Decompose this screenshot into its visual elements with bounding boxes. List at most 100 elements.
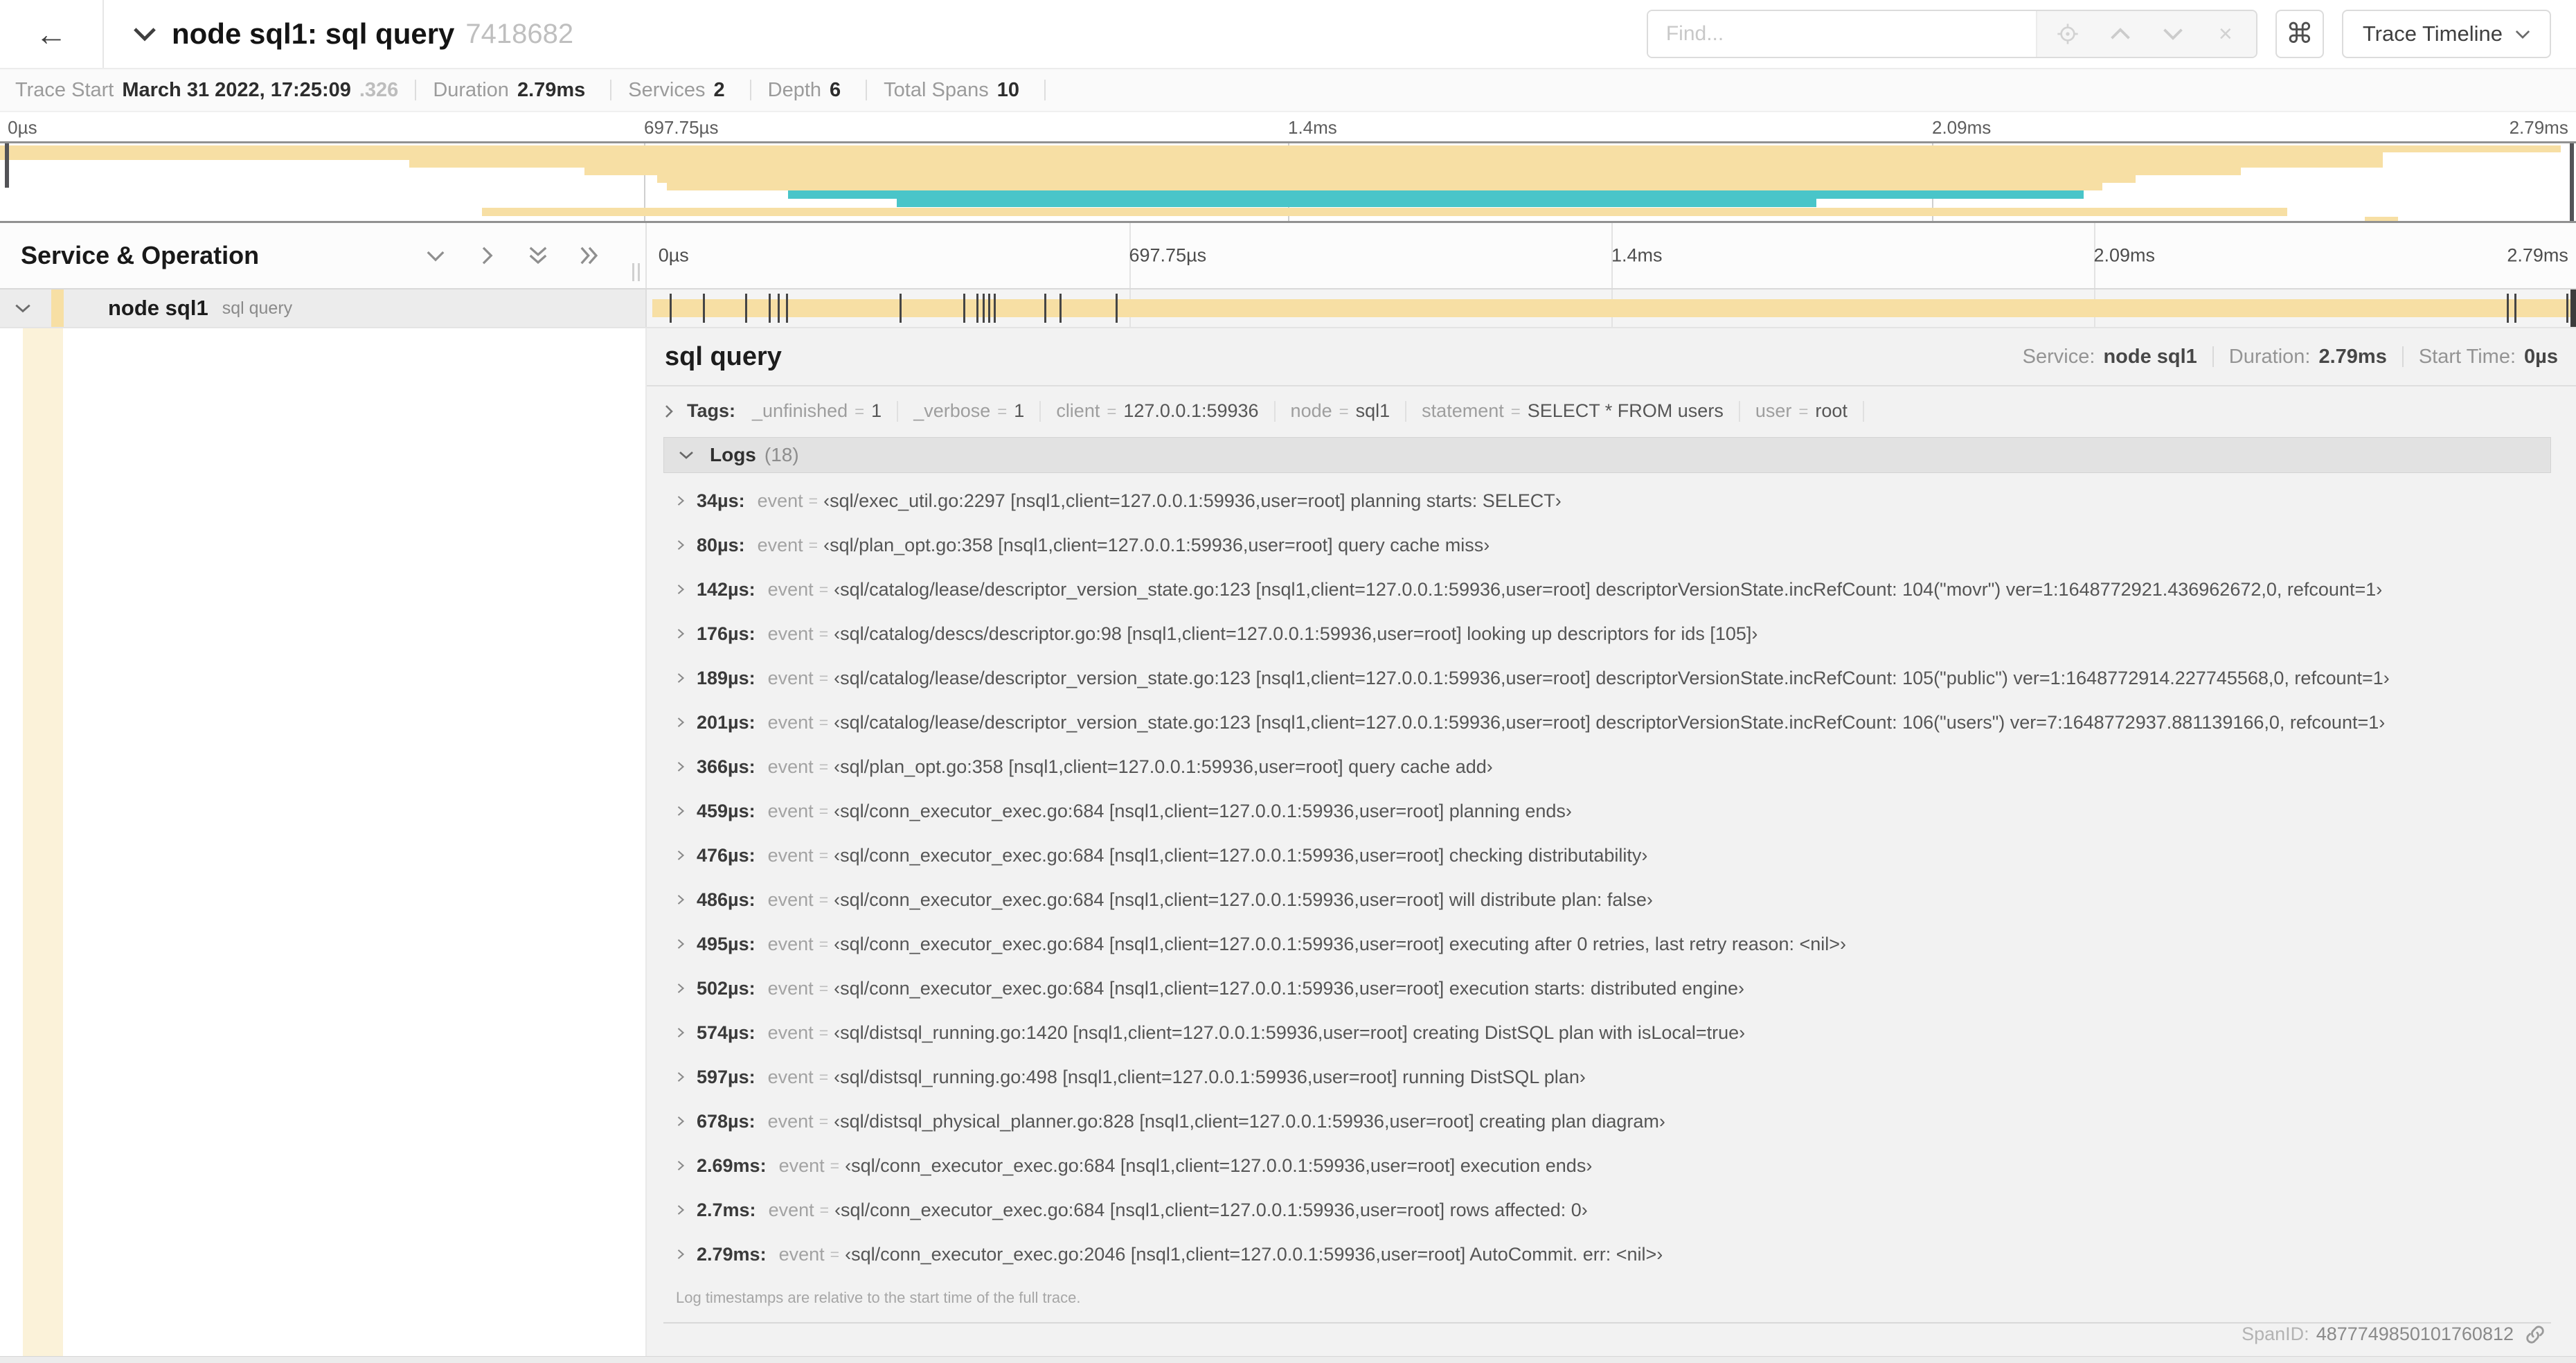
log-expand-chevron-icon[interactable] — [676, 936, 686, 952]
service-operation-title: Service & Operation — [21, 241, 260, 269]
clear-find-icon[interactable]: × — [2213, 21, 2238, 47]
tag-value: 1 — [1014, 400, 1025, 421]
span-row-bar-cell[interactable] — [647, 289, 2576, 327]
tags-row[interactable]: Tags: _unfinished = 1 _verbose = 1 clien… — [647, 386, 2576, 434]
log-entry-row[interactable]: 574µs: event = ‹sql/distsql_running.go:1… — [663, 1010, 2551, 1055]
log-field-key: event — [767, 844, 814, 866]
log-timestamp: 366µs: — [697, 756, 755, 777]
span-log-tick — [899, 294, 902, 323]
log-timestamp: 34µs: — [697, 490, 745, 511]
locate-icon[interactable] — [2055, 21, 2080, 46]
logs-header[interactable]: Logs (18) — [663, 437, 2551, 473]
log-entry-row[interactable]: 142µs: event = ‹sql/catalog/lease/descri… — [663, 567, 2551, 612]
summary-item: Depth 6 — [768, 79, 850, 102]
span-log-tick — [2566, 294, 2569, 323]
log-entry-row[interactable]: 80µs: event = ‹sql/plan_opt.go:358 [nsql… — [663, 523, 2551, 567]
minimap-span-bar — [409, 160, 2383, 168]
span-duration-bar[interactable] — [652, 299, 2573, 317]
log-entry-row[interactable]: 476µs: event = ‹sql/conn_executor_exec.g… — [663, 833, 2551, 878]
log-field-value: ‹sql/catalog/descs/descriptor.go:98 [nsq… — [834, 623, 1758, 644]
minimap-canvas[interactable] — [0, 141, 2576, 223]
span-row-name-cell[interactable]: node sql1 sql query — [0, 289, 647, 327]
log-expand-chevron-icon[interactable] — [676, 848, 686, 863]
log-expand-chevron-icon[interactable] — [676, 1069, 686, 1085]
tag-separator — [1405, 400, 1407, 422]
log-timestamp: 476µs: — [697, 844, 755, 866]
log-entry-row[interactable]: 366µs: event = ‹sql/plan_opt.go:358 [nsq… — [663, 745, 2551, 789]
summary-item: Total Spans 10 — [884, 79, 1028, 102]
log-field-key: event — [767, 800, 814, 821]
log-entry-row[interactable]: 2.69ms: event = ‹sql/conn_executor_exec.… — [663, 1143, 2551, 1188]
minimap-axis-tick: 1.4ms — [1288, 117, 1337, 138]
log-expand-chevron-icon[interactable] — [676, 715, 686, 730]
log-entry-row[interactable]: 34µs: event = ‹sql/exec_util.go:2297 [ns… — [663, 479, 2551, 523]
log-expand-chevron-icon[interactable] — [676, 1158, 686, 1173]
log-expand-chevron-icon[interactable] — [676, 493, 686, 508]
tag-equals: = — [855, 402, 865, 421]
collapse-trace-chevron-icon[interactable] — [133, 26, 156, 42]
expand-all-double-icon[interactable] — [578, 244, 601, 267]
log-entry-row[interactable]: 201µs: event = ‹sql/catalog/lease/descri… — [663, 700, 2551, 745]
detail-duration-label: Duration: — [2228, 345, 2311, 368]
log-expand-chevron-icon[interactable] — [676, 1202, 686, 1218]
column-resize-handle[interactable] — [632, 263, 640, 281]
log-equals: = — [819, 580, 829, 598]
minimap-axis-tick: 2.79ms — [2509, 117, 2568, 138]
log-entry-row[interactable]: 486µs: event = ‹sql/conn_executor_exec.g… — [663, 878, 2551, 922]
span-row-node-sql1[interactable]: node sql1 sql query — [0, 289, 2576, 328]
log-expand-chevron-icon[interactable] — [676, 537, 686, 553]
log-entry-row[interactable]: 459µs: event = ‹sql/conn_executor_exec.g… — [663, 789, 2551, 833]
log-expand-chevron-icon[interactable] — [676, 981, 686, 996]
log-entry-row[interactable]: 189µs: event = ‹sql/catalog/lease/descri… — [663, 656, 2551, 700]
expand-one-icon[interactable] — [475, 244, 499, 267]
back-button[interactable]: ← — [0, 0, 104, 68]
log-field-value: ‹sql/conn_executor_exec.go:684 [nsql1,cl… — [834, 889, 1653, 910]
log-entry-row[interactable]: 597µs: event = ‹sql/distsql_running.go:4… — [663, 1055, 2551, 1099]
minimap-scrubber-left-handle[interactable] — [5, 143, 9, 188]
tag-item: user = root — [1755, 400, 1848, 422]
log-entry-row[interactable]: 495µs: event = ‹sql/conn_executor_exec.g… — [663, 922, 2551, 966]
prev-match-icon[interactable] — [2108, 21, 2133, 46]
log-field-key: event — [767, 1066, 814, 1087]
collapse-all-double-icon[interactable] — [526, 244, 550, 267]
next-match-icon[interactable] — [2161, 21, 2185, 46]
log-timestamp: 189µs: — [697, 667, 755, 688]
log-expand-chevron-icon[interactable] — [676, 803, 686, 819]
deep-link-icon[interactable] — [2525, 1324, 2546, 1345]
log-entry-row[interactable]: 2.7ms: event = ‹sql/conn_executor_exec.g… — [663, 1188, 2551, 1232]
log-expand-chevron-icon[interactable] — [676, 1025, 686, 1040]
log-field-key: event — [757, 534, 803, 555]
log-field-value: ‹sql/catalog/lease/descriptor_version_st… — [834, 578, 2383, 600]
log-expand-chevron-icon[interactable] — [676, 759, 686, 774]
log-entry-row[interactable]: 502µs: event = ‹sql/conn_executor_exec.g… — [663, 966, 2551, 1010]
log-expand-chevron-icon[interactable] — [676, 1247, 686, 1262]
log-entry-row[interactable]: 2.79ms: event = ‹sql/conn_executor_exec.… — [663, 1232, 2551, 1276]
log-entry-row[interactable]: 678µs: event = ‹sql/distsql_physical_pla… — [663, 1099, 2551, 1143]
vertical-scrollbar-thumb[interactable] — [2570, 289, 2576, 327]
tag-item: statement = SELECT * FROM users — [1422, 400, 1724, 422]
log-expand-chevron-icon[interactable] — [676, 1114, 686, 1129]
log-field-value: ‹sql/conn_executor_exec.go:684 [nsql1,cl… — [834, 977, 1744, 999]
summary-value-suffix: .326 — [359, 78, 399, 101]
log-equals: = — [819, 801, 829, 820]
log-field-key: event — [768, 1199, 814, 1220]
horizontal-scrollbar[interactable] — [0, 1356, 2576, 1363]
log-field-value: ‹sql/distsql_running.go:498 [nsql1,clien… — [834, 1066, 1586, 1087]
trace-view-selector[interactable]: Trace Timeline — [2341, 10, 2551, 58]
tags-expand-chevron-icon[interactable] — [663, 403, 674, 420]
span-detail-panel: sql query Service: node sql1 Duration: 2… — [647, 328, 2576, 1362]
collapse-all-icon[interactable] — [424, 244, 447, 267]
log-entry-row[interactable]: 176µs: event = ‹sql/catalog/descs/descri… — [663, 612, 2551, 656]
minimap-scrubber-right-handle[interactable] — [2570, 143, 2574, 221]
minimap-span-bar — [2364, 217, 2399, 221]
span-collapse-chevron-icon[interactable] — [14, 302, 32, 314]
log-expand-chevron-icon[interactable] — [676, 670, 686, 686]
logs-collapse-chevron-icon[interactable] — [678, 449, 695, 461]
log-expand-chevron-icon[interactable] — [676, 582, 686, 597]
log-expand-chevron-icon[interactable] — [676, 626, 686, 641]
keyboard-shortcuts-button[interactable]: ⌘ — [2275, 10, 2324, 58]
tag-value: 1 — [871, 400, 882, 421]
find-input[interactable] — [1647, 11, 2036, 57]
log-expand-chevron-icon[interactable] — [676, 892, 686, 907]
tag-separator — [1273, 400, 1276, 422]
